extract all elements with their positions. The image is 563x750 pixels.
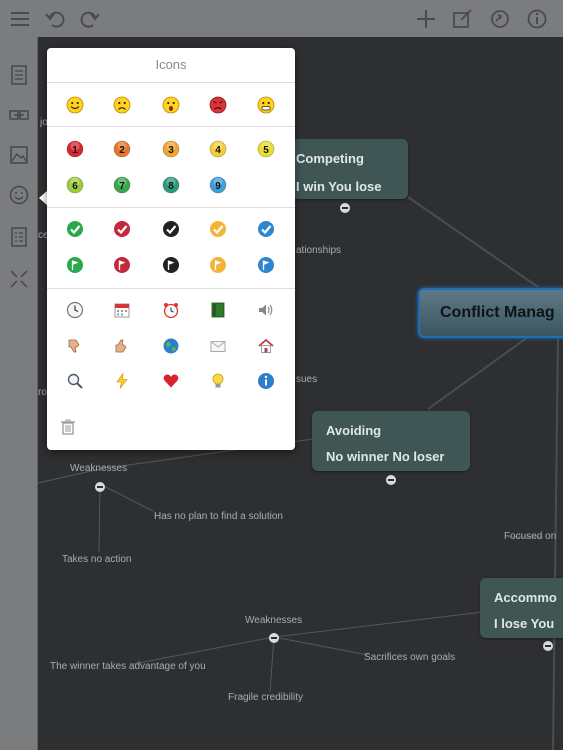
collapse-toggle[interactable]	[269, 633, 279, 643]
check-red-icon[interactable]	[113, 220, 131, 238]
heart-icon[interactable]	[162, 372, 180, 390]
label-fragile[interactable]: Fragile credibility	[228, 692, 303, 703]
priority-6-icon[interactable]: 6	[66, 176, 84, 194]
popover-title: Icons	[47, 48, 295, 83]
node-title: Competing	[296, 151, 364, 166]
info-icon[interactable]	[257, 372, 275, 390]
collapse-toggle[interactable]	[95, 482, 105, 492]
node-title: Accommo	[494, 590, 557, 605]
check-black-icon[interactable]	[162, 220, 180, 238]
priority-8-icon[interactable]: 8	[162, 176, 180, 194]
magnifier-icon[interactable]	[66, 372, 84, 390]
priority-3-icon[interactable]: 3	[162, 140, 180, 158]
check-orange-icon[interactable]	[209, 220, 227, 238]
image-icon[interactable]	[9, 145, 29, 165]
node-subtitle: No winner No loser	[326, 449, 445, 464]
svg-text:2: 2	[119, 145, 125, 156]
label-relationships[interactable]: ationships	[296, 245, 341, 256]
alarm-icon[interactable]	[162, 301, 180, 319]
flag-green-icon[interactable]	[66, 256, 84, 274]
priority-2-icon[interactable]: 2	[113, 140, 131, 158]
priority-7-icon[interactable]: 7	[113, 176, 131, 194]
collapse-toggle[interactable]	[386, 475, 396, 485]
divider	[47, 126, 295, 127]
node-subtitle: I win You lose	[296, 179, 382, 194]
info-toolbar-icon[interactable]	[527, 9, 547, 29]
flag-blue-icon[interactable]	[257, 256, 275, 274]
home-icon[interactable]	[257, 337, 275, 355]
label-no-plan[interactable]: Has no plan to find a solution	[154, 511, 283, 522]
label-weaknesses-2[interactable]: Weaknesses	[245, 615, 302, 626]
menu-icon[interactable]	[10, 9, 30, 29]
undo-icon[interactable]	[45, 9, 65, 29]
priority-4-icon[interactable]: 4	[209, 140, 227, 158]
edit-icon[interactable]	[452, 9, 472, 29]
label-issues[interactable]: sues	[296, 374, 317, 385]
speaker-icon[interactable]	[257, 301, 275, 319]
root-title: Conflict Manag	[440, 304, 555, 321]
smiley-icon[interactable]	[9, 185, 29, 205]
smiley-grin-icon[interactable]	[257, 96, 275, 114]
book-icon[interactable]	[209, 301, 227, 319]
left-sidebar	[0, 37, 38, 750]
svg-text:6: 6	[72, 181, 78, 192]
trash-icon[interactable]	[59, 418, 77, 436]
svg-text:7: 7	[119, 181, 125, 192]
task-icon[interactable]	[9, 227, 29, 247]
svg-text:5: 5	[263, 145, 269, 156]
top-toolbar	[0, 0, 563, 38]
flag-red-icon[interactable]	[113, 256, 131, 274]
check-blue-icon[interactable]	[257, 220, 275, 238]
links-icon[interactable]	[9, 105, 29, 125]
smiley-sad-icon[interactable]	[113, 96, 131, 114]
collapse-toggle[interactable]	[340, 203, 350, 213]
lightbulb-icon[interactable]	[209, 372, 227, 390]
svg-text:4: 4	[215, 145, 221, 156]
lightning-icon[interactable]	[113, 372, 131, 390]
divider	[47, 207, 295, 208]
flag-orange-icon[interactable]	[209, 256, 227, 274]
add-icon[interactable]	[416, 9, 436, 29]
calendar-icon[interactable]	[113, 301, 131, 319]
clock-icon[interactable]	[66, 301, 84, 319]
priority-1-icon[interactable]: 1	[66, 140, 84, 158]
mail-icon[interactable]	[209, 337, 227, 355]
share-icon[interactable]	[490, 9, 510, 29]
node-subtitle: I lose You	[494, 616, 555, 631]
priority-5-icon[interactable]: 5	[257, 140, 275, 158]
collapse-all-icon[interactable]	[9, 269, 29, 289]
collapse-toggle[interactable]	[543, 641, 553, 651]
smiley-happy-icon[interactable]	[66, 96, 84, 114]
icons-popover: Icons 1 2 3 4 5 6 7 8 9	[47, 48, 295, 450]
node-title: Avoiding	[326, 423, 382, 438]
svg-text:9: 9	[215, 181, 221, 192]
label-weaknesses-1[interactable]: Weaknesses	[70, 463, 127, 474]
divider	[47, 288, 295, 289]
svg-text:1: 1	[72, 145, 78, 156]
priority-9-icon[interactable]: 9	[209, 176, 227, 194]
smiley-angry-icon[interactable]	[209, 96, 227, 114]
check-green-icon[interactable]	[66, 220, 84, 238]
thumbs-down-icon[interactable]	[66, 337, 84, 355]
label-sacrifices[interactable]: Sacrifices own goals	[364, 652, 455, 663]
node-accommodating[interactable]: Accommo I lose You	[480, 578, 563, 638]
label-takes-no-action[interactable]: Takes no action	[62, 554, 132, 565]
notes-icon[interactable]	[9, 65, 29, 85]
smiley-surprised-icon[interactable]	[162, 96, 180, 114]
node-avoiding[interactable]: Avoiding No winner No loser	[312, 411, 470, 471]
globe-icon[interactable]	[162, 337, 180, 355]
svg-text:8: 8	[168, 181, 174, 192]
redo-icon[interactable]	[80, 9, 100, 29]
flag-black-icon[interactable]	[162, 256, 180, 274]
thumbs-up-icon[interactable]	[113, 337, 131, 355]
svg-text:3: 3	[168, 145, 174, 156]
node-root[interactable]: Conflict Manag	[418, 288, 563, 338]
label-focused[interactable]: Focused on	[504, 531, 556, 542]
label-winner-advantage[interactable]: The winner takes advantage of you	[50, 661, 206, 672]
partial-label-ro: ro	[38, 387, 47, 398]
node-competing[interactable]: Competing I win You lose	[288, 139, 408, 199]
